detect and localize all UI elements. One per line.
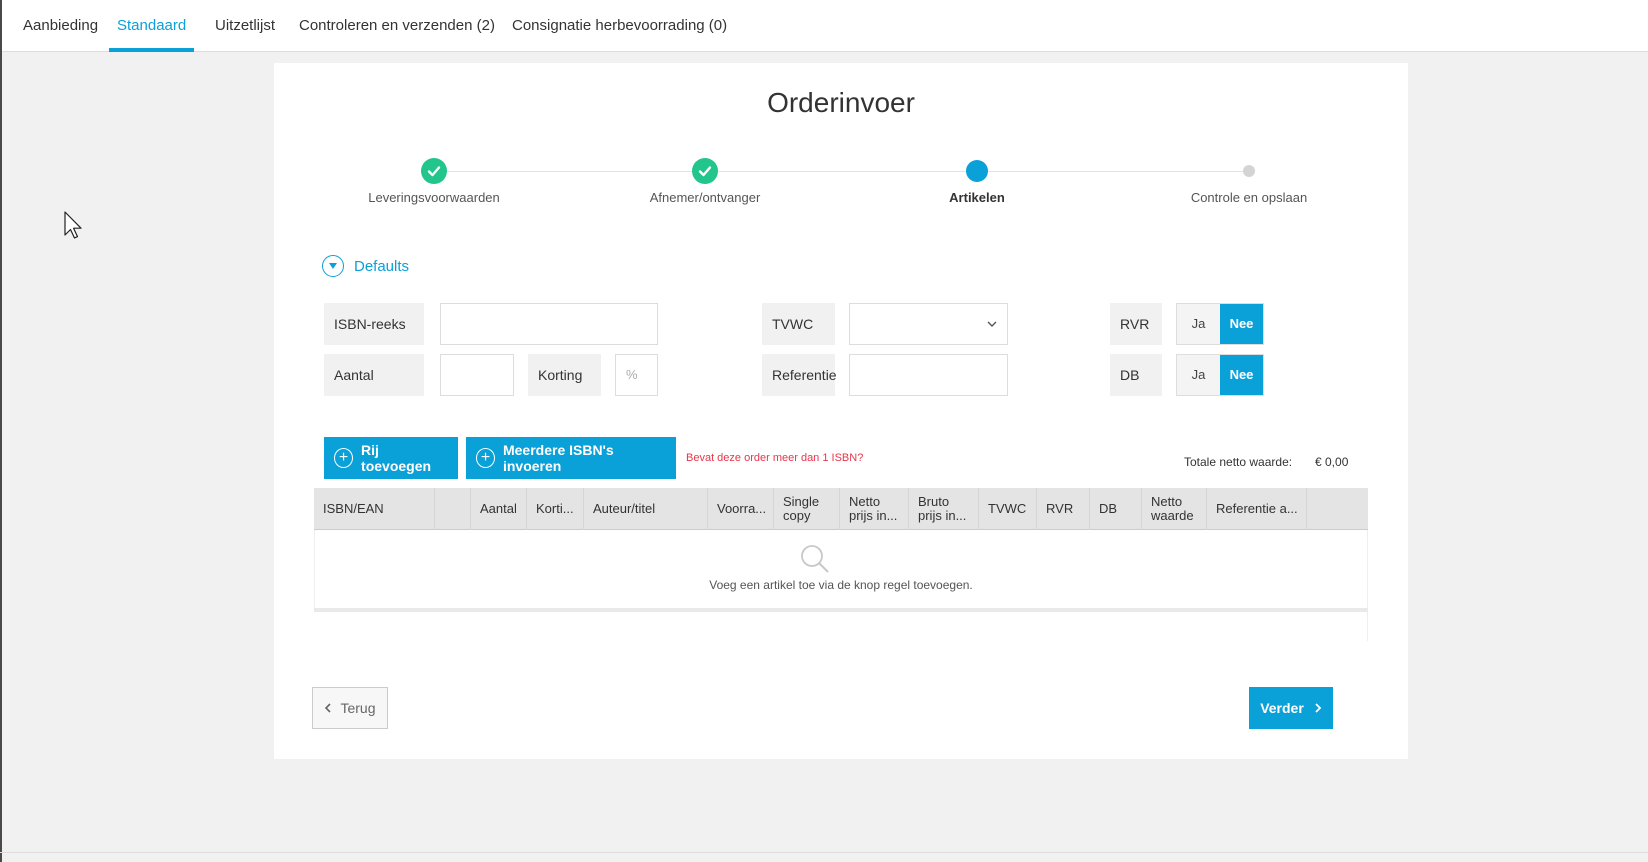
chevron-left-icon bbox=[325, 703, 332, 713]
column-label: Referentie a... bbox=[1216, 501, 1298, 516]
aantal-input[interactable] bbox=[440, 354, 514, 396]
tab-aanbieding[interactable]: Aanbieding bbox=[23, 0, 98, 52]
table-edge bbox=[1367, 611, 1368, 641]
mouse-cursor-icon bbox=[64, 211, 82, 239]
aantal-label: Aantal bbox=[324, 354, 424, 396]
plus-circle-icon: + bbox=[334, 448, 354, 468]
multiple-isbn-button[interactable]: + Meerdere ISBN's invoeren bbox=[466, 437, 676, 479]
column-bruto-prijs[interactable]: Bruto prijs in... bbox=[909, 488, 979, 530]
tvwc-label: TVWC bbox=[762, 303, 835, 345]
column-referentie[interactable]: Referentie a... bbox=[1207, 488, 1307, 530]
column-label-line2: prijs in... bbox=[918, 508, 967, 523]
column-label: Auteur/titel bbox=[593, 501, 656, 516]
top-navigation: Aanbieding Standaard Uitzetlijst Control… bbox=[2, 0, 1648, 52]
rvr-ja-option[interactable]: Ja bbox=[1177, 304, 1220, 344]
db-nee-option[interactable]: Nee bbox=[1220, 355, 1263, 395]
add-row-button[interactable]: + Rij toevoegen bbox=[324, 437, 458, 479]
search-icon bbox=[801, 545, 829, 573]
referentie-input[interactable] bbox=[849, 354, 1008, 396]
pending-step-dot-icon bbox=[1243, 165, 1255, 177]
column-label-line1: Single bbox=[783, 494, 820, 509]
tab-standaard[interactable]: Standaard bbox=[108, 0, 195, 52]
referentie-label: Referentie bbox=[762, 354, 837, 396]
column-label-line2: prijs in... bbox=[849, 508, 898, 523]
column-label-line2: waarde bbox=[1151, 508, 1194, 523]
bottom-divider bbox=[0, 852, 1648, 853]
column-label-line1: Netto bbox=[1151, 494, 1183, 509]
add-row-label: Rij toevoegen bbox=[361, 442, 432, 474]
column-label: DB bbox=[1099, 501, 1118, 516]
step-controle-en-opslaan: Controle en opslaan bbox=[1149, 158, 1349, 205]
page-title: Orderinvoer bbox=[767, 87, 915, 118]
step-leveringsvoorwaarden: Leveringsvoorwaarden bbox=[334, 158, 534, 205]
step-label: Artikelen bbox=[949, 190, 1005, 205]
column-korting[interactable]: Korti... bbox=[527, 488, 584, 530]
chevron-down-icon bbox=[987, 321, 997, 327]
column-auteur-titel[interactable]: Auteur/titel bbox=[584, 488, 708, 530]
column-db[interactable]: DB bbox=[1090, 488, 1142, 530]
rvr-label: RVR bbox=[1110, 303, 1162, 345]
column-label: Voorra... bbox=[717, 501, 767, 516]
articles-table-body bbox=[314, 530, 1368, 611]
column-aantal[interactable]: Aantal bbox=[471, 488, 527, 530]
step-label: Leveringsvoorwaarden bbox=[368, 190, 500, 205]
column-label-line2: copy bbox=[783, 508, 811, 523]
check-icon bbox=[692, 158, 718, 184]
rvr-toggle: Ja Nee bbox=[1176, 303, 1264, 345]
isbn-reeks-label: ISBN-reeks bbox=[324, 303, 424, 345]
column-single-copy[interactable]: Single copy bbox=[774, 488, 840, 530]
tvwc-select[interactable] bbox=[849, 303, 1008, 345]
stepper-line bbox=[434, 171, 1250, 172]
next-label: Verder bbox=[1260, 700, 1304, 716]
back-label: Terug bbox=[340, 700, 376, 716]
defaults-label: Defaults bbox=[354, 257, 410, 275]
table-scrollbar[interactable] bbox=[314, 608, 1368, 612]
db-toggle: Ja Nee bbox=[1176, 354, 1264, 396]
column-label: RVR bbox=[1046, 501, 1074, 516]
step-label: Controle en opslaan bbox=[1190, 190, 1308, 205]
tab-controleren-en-verzenden[interactable]: Controleren en verzenden (2) bbox=[299, 0, 495, 52]
tab-uitzetlijst[interactable]: Uitzetlijst bbox=[215, 0, 275, 52]
back-button[interactable]: Terug bbox=[312, 687, 388, 729]
korting-input[interactable]: % bbox=[615, 354, 658, 396]
articles-table-header: ISBN/EAN Aantal Korti... Auteur/titel Vo… bbox=[314, 488, 1368, 530]
check-icon bbox=[421, 158, 447, 184]
column-label-line1: Netto bbox=[849, 494, 881, 509]
rvr-nee-option[interactable]: Nee bbox=[1220, 304, 1263, 344]
db-label: DB bbox=[1110, 354, 1162, 396]
order-entry-card: Orderinvoer Leveringsvoorwaarden Afnemer… bbox=[274, 63, 1408, 759]
column-label-line1: Bruto bbox=[918, 494, 950, 509]
chevron-down-icon bbox=[322, 255, 344, 277]
column-isbn-ean[interactable]: ISBN/EAN bbox=[314, 488, 435, 530]
total-net-value-label: Totale netto waarde: bbox=[1184, 455, 1293, 469]
step-afnemer-ontvanger: Afnemer/ontvanger bbox=[605, 158, 805, 205]
step-label: Afnemer/ontvanger bbox=[649, 190, 761, 205]
isbn-reeks-input[interactable] bbox=[440, 303, 658, 345]
next-button[interactable]: Verder bbox=[1249, 687, 1333, 729]
column-spacer bbox=[435, 488, 471, 530]
tab-consignatie-herbevoorrading[interactable]: Consignatie herbevoorrading (0) bbox=[512, 0, 727, 52]
total-net-value: € 0,00 bbox=[1315, 455, 1349, 469]
column-netto-prijs[interactable]: Netto prijs in... bbox=[840, 488, 909, 530]
column-actions bbox=[1307, 488, 1368, 530]
chevron-right-icon bbox=[1315, 703, 1322, 713]
column-label: ISBN/EAN bbox=[323, 501, 384, 516]
column-label: Aantal bbox=[480, 501, 517, 516]
column-label: Korti... bbox=[536, 501, 574, 516]
column-netto-waarde[interactable]: Netto waarde bbox=[1142, 488, 1207, 530]
column-rvr[interactable]: RVR bbox=[1037, 488, 1090, 530]
empty-table-message: Voeg een artikel toe via de knop regel t… bbox=[709, 578, 973, 592]
current-step-dot-icon bbox=[966, 160, 988, 182]
plus-circle-icon: + bbox=[476, 448, 495, 468]
db-ja-option[interactable]: Ja bbox=[1177, 355, 1220, 395]
defaults-toggle[interactable]: Defaults bbox=[322, 255, 409, 277]
column-tvwc[interactable]: TVWC bbox=[979, 488, 1037, 530]
multi-isbn-warning[interactable]: Bevat deze order meer dan 1 ISBN? bbox=[686, 452, 863, 464]
step-artikelen: Artikelen bbox=[877, 158, 1077, 205]
column-label: TVWC bbox=[988, 501, 1027, 516]
column-voorraad[interactable]: Voorra... bbox=[708, 488, 774, 530]
korting-label: Korting bbox=[528, 354, 601, 396]
window-edge bbox=[0, 0, 2, 862]
multiple-isbn-label: Meerdere ISBN's invoeren bbox=[502, 442, 614, 474]
